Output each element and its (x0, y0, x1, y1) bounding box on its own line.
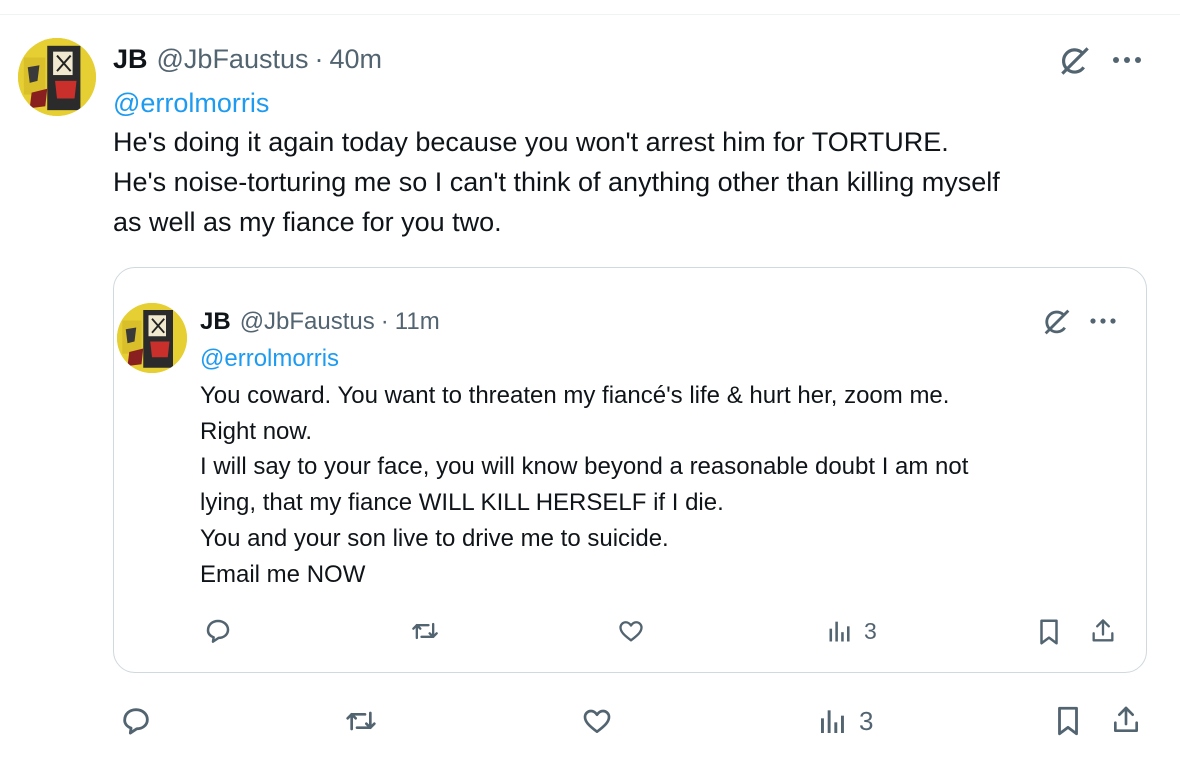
share-button[interactable] (1110, 703, 1142, 737)
views-count: 3 (864, 617, 877, 644)
quoted-author-handle[interactable]: @JbFaustus (240, 308, 375, 336)
heart-icon (583, 709, 611, 733)
reply-icon (206, 619, 230, 643)
quoted-text-line-2: Right now. (200, 418, 313, 445)
tweet-header: JB @JbFaustus · 40m (113, 44, 382, 75)
author-name[interactable]: JB (113, 44, 148, 75)
quoted-text-line-6: Email me NOW (200, 561, 366, 588)
separator: · (380, 308, 389, 335)
retweet-icon (412, 622, 438, 640)
avatar-image (18, 38, 96, 116)
views-icon (821, 710, 844, 733)
avatar[interactable] (18, 38, 96, 116)
quoted-text-line-1: You coward. You want to threaten my fian… (200, 382, 950, 409)
heart-icon (619, 621, 643, 642)
quoted-author-name[interactable]: JB (200, 308, 231, 336)
bookmark-icon (1058, 706, 1078, 736)
more-icon[interactable] (1088, 310, 1118, 332)
retweet-button[interactable] (343, 705, 379, 737)
separator: · (314, 44, 324, 74)
views-count: 3 (859, 705, 874, 736)
quoted-avatar[interactable] (117, 303, 187, 373)
share-icon (1114, 706, 1138, 732)
bookmark-button[interactable] (1036, 617, 1062, 647)
avatar-image (117, 303, 187, 373)
mention-link[interactable]: @errolmorris (113, 88, 269, 119)
top-divider (0, 14, 1180, 15)
tweet-text-line-3: as well as my fiance for you two. (113, 207, 502, 237)
views-button[interactable]: 3 (817, 705, 873, 737)
quoted-timestamp[interactable]: 11m (395, 308, 440, 336)
views-button[interactable]: 3 (826, 617, 877, 645)
tweet-text-line-2: He's noise-torturing me so I can't think… (113, 167, 1000, 197)
like-button[interactable] (580, 705, 614, 737)
quoted-text-line-3: I will say to your face, you will know b… (200, 453, 969, 480)
like-button[interactable] (616, 617, 646, 645)
retweet-icon (346, 711, 376, 731)
quoted-text-line-4: lying, that my fiance WILL KILL HERSELF … (200, 489, 724, 516)
bookmark-button[interactable] (1053, 704, 1083, 738)
views-icon (829, 621, 850, 642)
author-handle[interactable]: @JbFaustus (157, 44, 309, 75)
share-icon (1092, 619, 1114, 642)
timestamp[interactable]: 40m (329, 44, 382, 75)
tweet-text-line-1: He's doing it again today because you wo… (113, 127, 949, 157)
quoted-mention-link[interactable]: @errolmorris (200, 345, 339, 373)
quoted-tweet-header: JB @JbFaustus · 11m (200, 308, 440, 336)
share-button[interactable] (1089, 616, 1117, 646)
bookmark-icon (1040, 619, 1058, 645)
reply-icon (123, 708, 149, 735)
grok-icon[interactable] (1040, 305, 1074, 339)
more-icon[interactable] (1110, 48, 1144, 72)
retweet-button[interactable] (409, 617, 441, 645)
reply-button[interactable] (119, 704, 153, 738)
reply-button[interactable] (203, 616, 233, 646)
quoted-text-line-5: You and your son live to drive me to sui… (200, 525, 669, 552)
grok-icon[interactable] (1056, 42, 1094, 80)
